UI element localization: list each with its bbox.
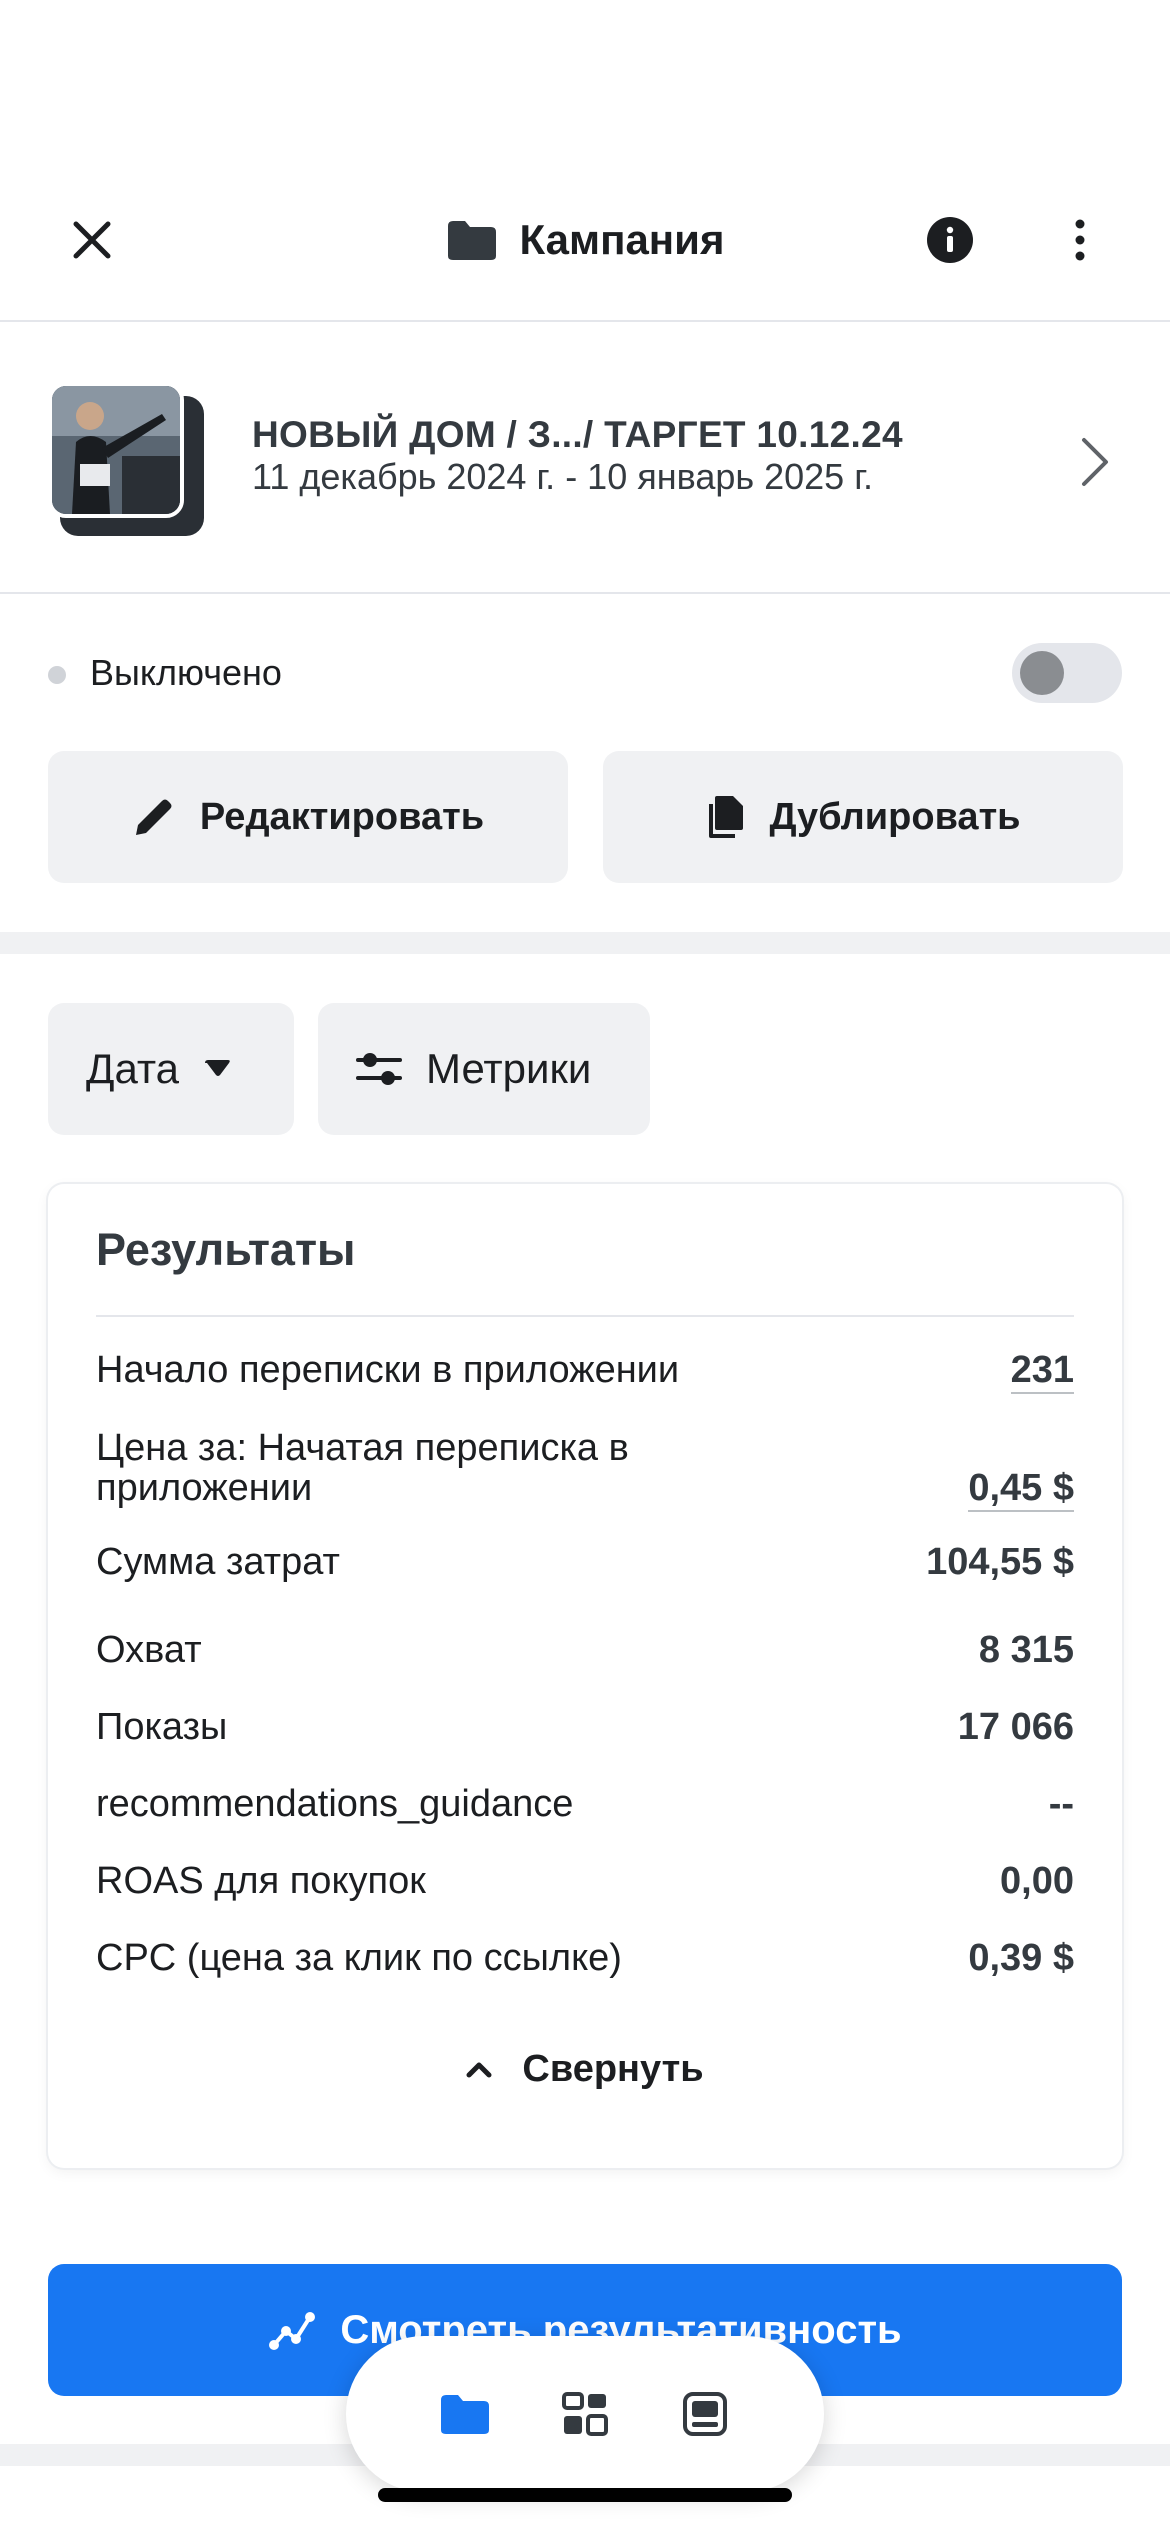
folder-icon: [447, 221, 496, 260]
metric-value: 8 315: [978, 1629, 1074, 1671]
pencil-icon: [135, 799, 172, 835]
chevron-right-icon: [1082, 438, 1108, 486]
tab-campaigns[interactable]: [432, 2381, 498, 2447]
campaign-thumbnail: [48, 382, 184, 518]
metric-row: Начало переписки в приложении 231: [96, 1350, 1074, 1394]
metric-value[interactable]: 231: [1010, 1350, 1074, 1394]
metric-label: CPC (цена за клик по ссылке): [96, 1937, 622, 1979]
section-divider: [0, 932, 1170, 954]
status-dot: [48, 666, 66, 684]
edit-button[interactable]: Редактировать: [48, 751, 568, 883]
more-vertical-icon: [1075, 219, 1085, 261]
info-icon: [927, 217, 973, 263]
collapse-button[interactable]: Свернуть: [48, 2034, 1122, 2104]
tab-ad-preview[interactable]: [672, 2381, 738, 2447]
tab-grid[interactable]: [552, 2381, 618, 2447]
status-label: Выключено: [90, 652, 282, 693]
top-bar: Кампания: [0, 160, 1170, 322]
trend-line-icon: [269, 2312, 316, 2350]
metric-row: Показы 17 066: [96, 1707, 1074, 1751]
caret-down-icon: [205, 1060, 230, 1076]
thumbnail-image: [52, 386, 180, 514]
status-row: Выключено: [0, 630, 1170, 714]
collapse-label: Свернуть: [522, 2047, 704, 2090]
metric-row: recommendations_guidance --: [96, 1784, 1074, 1828]
edit-button-label: Редактировать: [199, 795, 485, 838]
duplicate-button[interactable]: Дублировать: [603, 751, 1123, 883]
metric-value[interactable]: 0,45 $: [968, 1468, 1074, 1512]
results-divider: [96, 1315, 1074, 1317]
more-options-button[interactable]: [1048, 208, 1112, 272]
folder-icon: [441, 2395, 489, 2434]
page-title: Кампания: [519, 216, 725, 263]
ad-preview-icon: [683, 2392, 727, 2436]
metric-row: ROAS для покупок 0,00: [96, 1861, 1074, 1905]
date-filter-label: Дата: [86, 1045, 180, 1092]
metric-label: Охват: [96, 1629, 202, 1671]
metric-row: CPC (цена за клик по ссылке) 0,39 $: [96, 1938, 1074, 1982]
home-indicator: [378, 2488, 792, 2502]
info-button[interactable]: [918, 208, 982, 272]
campaign-summary-row[interactable]: НОВЫЙ ДОМ / З.../ ТАРГЕТ 10.12.24 11 дек…: [0, 322, 1170, 594]
duplicate-button-label: Дублировать: [769, 795, 1021, 838]
header-title-group: Кампания: [0, 204, 1170, 276]
grid-icon: [562, 2392, 608, 2436]
campaign-name: НОВЫЙ ДОМ / З.../ ТАРГЕТ 10.12.24: [252, 414, 903, 455]
toggle-knob: [1020, 651, 1064, 695]
sliders-icon: [356, 1053, 402, 1085]
metrics-filter-button[interactable]: Метрики: [318, 1003, 650, 1135]
metric-row: Охват 8 315: [96, 1630, 1074, 1674]
metric-label: Цена за: Начатая переписка в приложении: [96, 1427, 629, 1509]
metric-row: Сумма затрат 104,55 $: [96, 1542, 1074, 1586]
metric-value: 0,00: [1000, 1860, 1074, 1902]
date-filter-button[interactable]: Дата: [48, 1003, 294, 1135]
results-title: Результаты: [96, 1224, 356, 1275]
duplicate-icon: [709, 796, 744, 838]
metrics-filter-label: Метрики: [426, 1045, 592, 1092]
metric-label: Сумма затрат: [96, 1541, 340, 1583]
results-card: Результаты Начало переписки в приложении…: [48, 1184, 1122, 2168]
metric-value: 0,39 $: [968, 1937, 1074, 1979]
floating-tab-bar: [346, 2336, 824, 2492]
metric-row: Цена за: Начатая переписка в приложении …: [96, 1428, 1074, 1512]
metric-value: 17 066: [957, 1706, 1074, 1748]
campaign-dates: 11 декабрь 2024 г. - 10 январь 2025 г.: [252, 456, 873, 497]
metric-label: recommendations_guidance: [96, 1783, 574, 1825]
chevron-up-icon: [466, 2062, 492, 2078]
metric-value: --: [1048, 1783, 1074, 1825]
metric-label: ROAS для покупок: [96, 1860, 426, 1902]
metric-label: Показы: [96, 1706, 228, 1748]
status-toggle[interactable]: [1012, 643, 1122, 703]
metric-label: Начало переписки в приложении: [96, 1349, 680, 1391]
metric-value: 104,55 $: [926, 1541, 1074, 1583]
